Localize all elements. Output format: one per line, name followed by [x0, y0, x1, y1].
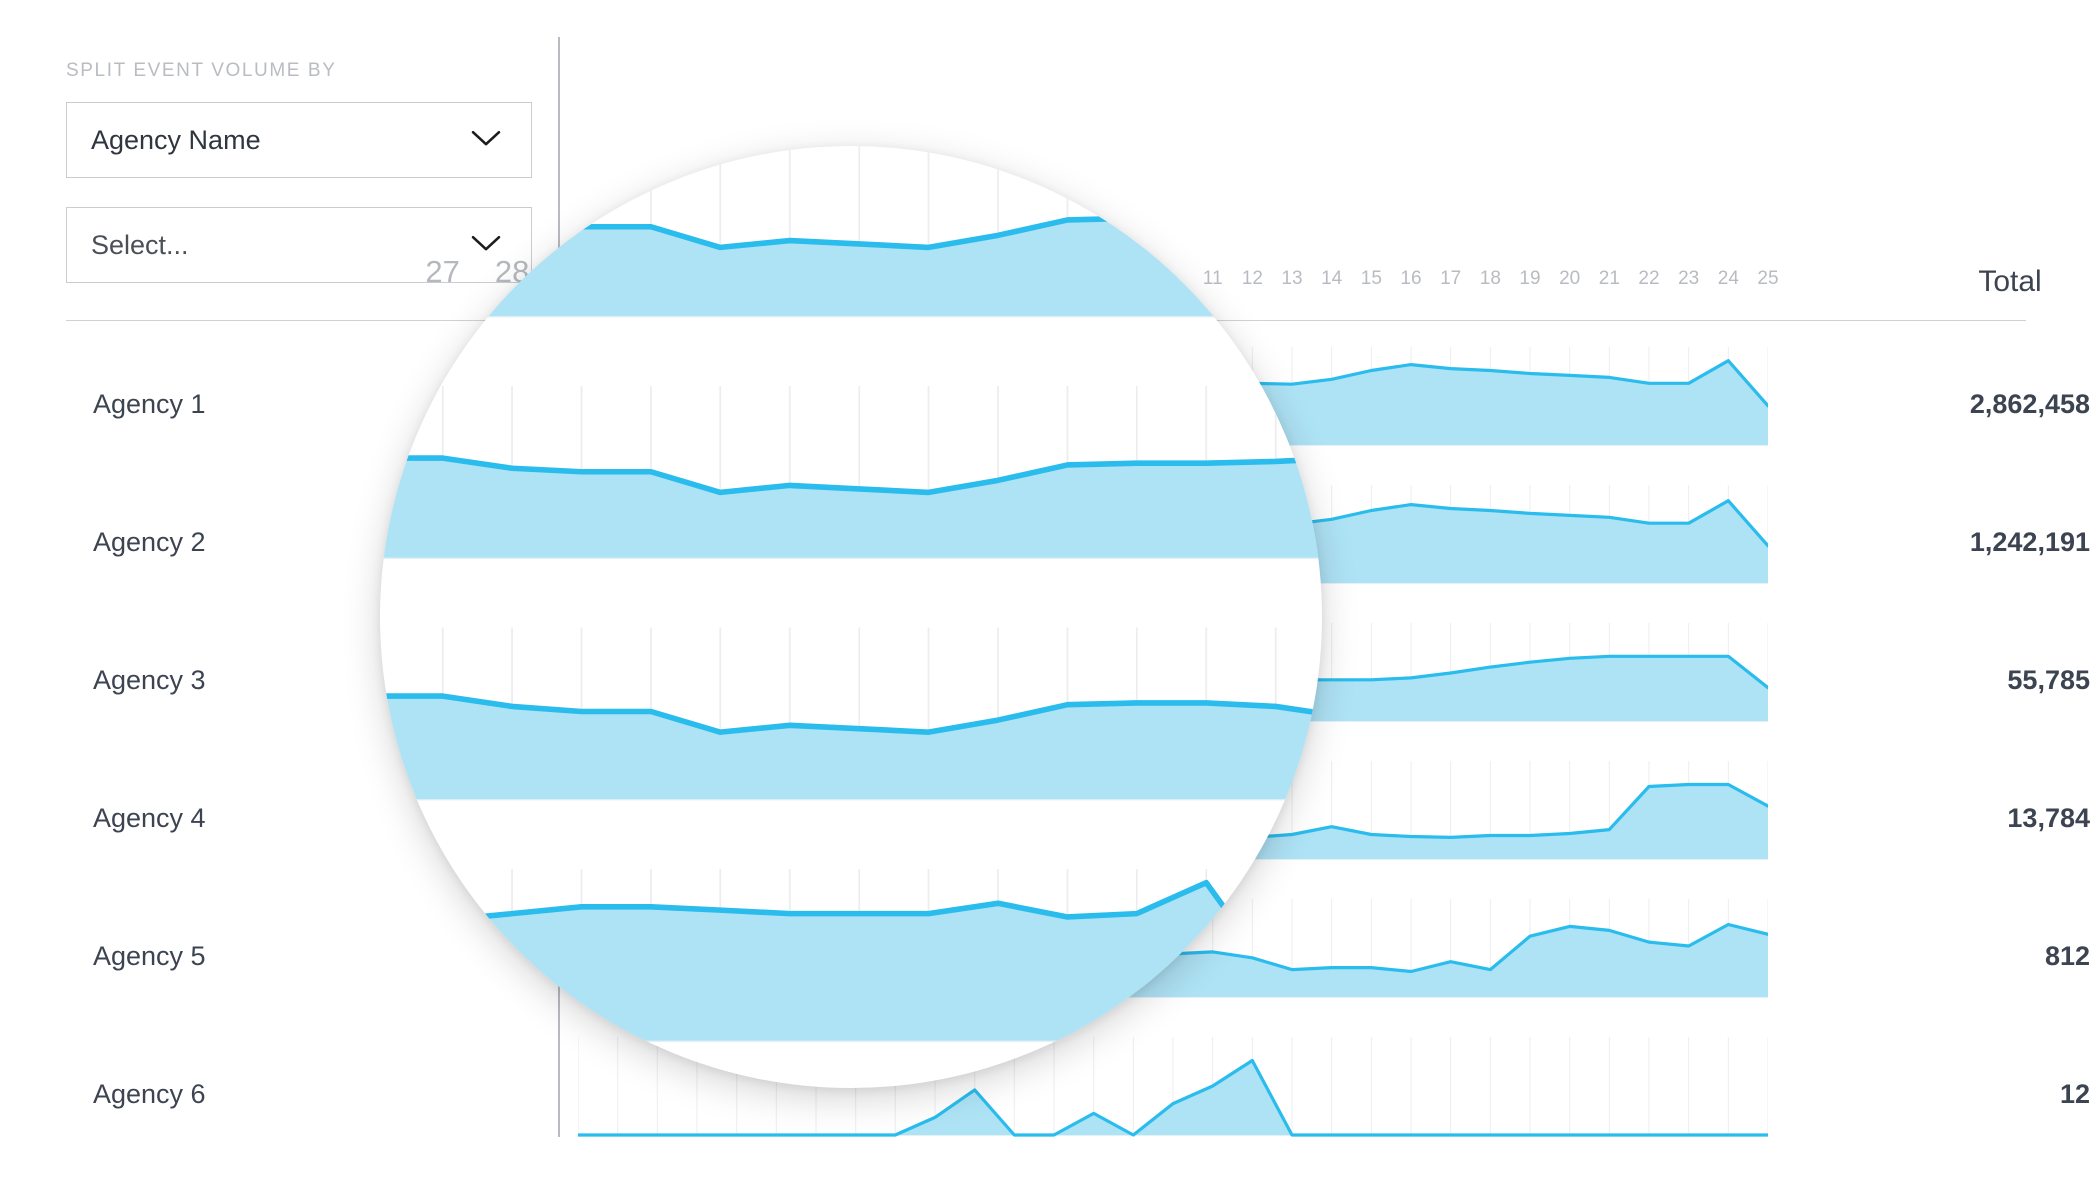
date-tick-5: 5 — [1058, 254, 1077, 289]
date-tick-1: 1 — [781, 254, 799, 289]
row-total-value: 55,785 — [2007, 665, 2090, 695]
date-tick-28: 28 — [494, 254, 530, 289]
sparkline-area-chart — [578, 893, 1768, 1001]
sparkline-area-chart — [578, 479, 1768, 587]
date-tick-4: 4 — [989, 254, 1007, 289]
row-agency-name: Agency 5 — [93, 941, 206, 971]
chevron-down-icon — [471, 129, 501, 147]
date-tick-22: 22 — [1638, 268, 1660, 289]
date-tick-2: 2 — [850, 254, 868, 289]
split-dimension-value: Agency Name — [91, 124, 261, 155]
table-row[interactable]: Agency 3 55,785 — [0, 617, 2093, 755]
row-agency-name: Agency 4 — [93, 803, 206, 833]
table-row[interactable]: Agency 6 12 — [0, 1031, 2093, 1169]
total-column-header: Total — [1978, 265, 2042, 298]
date-tick-23: 23 — [1678, 268, 1700, 289]
date-tick-31: 31 — [703, 254, 738, 289]
date-tick-20: 20 — [1559, 268, 1581, 289]
dashboard-stage: SPLIT EVENT VOLUME BY Agency Name Select… — [0, 0, 2093, 1187]
date-tick-6: 6 — [1128, 254, 1146, 289]
date-tick-29: 29 — [564, 254, 599, 289]
split-controls-panel: SPLIT EVENT VOLUME BY Agency Name Select… — [66, 60, 532, 312]
sparkline-area-chart — [578, 341, 1768, 449]
row-agency-name: Agency 3 — [93, 665, 206, 695]
date-tick-15: 15 — [1360, 268, 1382, 289]
date-tick-21: 21 — [1598, 268, 1620, 289]
row-agency-name: Agency 1 — [93, 389, 206, 419]
date-tick-18: 18 — [1479, 268, 1501, 289]
date-tick-27: 27 — [425, 254, 460, 289]
sparkline-area-chart — [578, 755, 1768, 863]
split-value-select[interactable]: Select... — [66, 207, 532, 283]
table-row[interactable]: Agency 4 13,784 — [0, 755, 2093, 893]
split-event-volume-label: SPLIT EVENT VOLUME BY — [66, 60, 337, 81]
chevron-down-icon — [471, 234, 501, 252]
row-total-value: 1,242,191 — [1969, 527, 2090, 557]
row-agency-name: Agency 6 — [93, 1079, 206, 1109]
date-tick-25: 25 — [1757, 268, 1779, 289]
sparkline-area-chart — [578, 1031, 1768, 1139]
row-total-value: 12 — [2059, 1079, 2090, 1109]
row-agency-name: Agency 2 — [93, 527, 206, 557]
table-row[interactable]: Agency 2 1,242,191 — [0, 479, 2093, 617]
row-total-value: 812 — [2044, 941, 2090, 971]
month-label: SEPT — [825, 212, 896, 240]
date-tick-13: 13 — [1281, 268, 1303, 289]
date-tick-24: 24 — [1717, 268, 1739, 289]
date-tick-30: 30 — [633, 254, 669, 289]
date-tick-17: 17 — [1440, 268, 1462, 289]
split-value-placeholder: Select... — [91, 229, 189, 260]
sparkline-area-chart — [578, 617, 1768, 725]
date-tick-12: 12 — [1241, 268, 1263, 289]
date-tick-16: 16 — [1400, 268, 1422, 289]
date-tick-11: 11 — [1202, 268, 1223, 289]
date-tick-19: 19 — [1519, 268, 1541, 289]
row-total-value: 2,862,458 — [1969, 389, 2090, 419]
split-dimension-select[interactable]: Agency Name — [66, 102, 532, 178]
date-tick-14: 14 — [1321, 268, 1343, 289]
table-row[interactable]: Agency 1 2,862,458 — [0, 341, 2093, 479]
header-rule — [66, 320, 2026, 321]
table-row[interactable]: Agency 5 812 — [0, 893, 2093, 1031]
row-total-value: 13,784 — [2007, 803, 2090, 833]
date-tick-3: 3 — [919, 254, 938, 289]
